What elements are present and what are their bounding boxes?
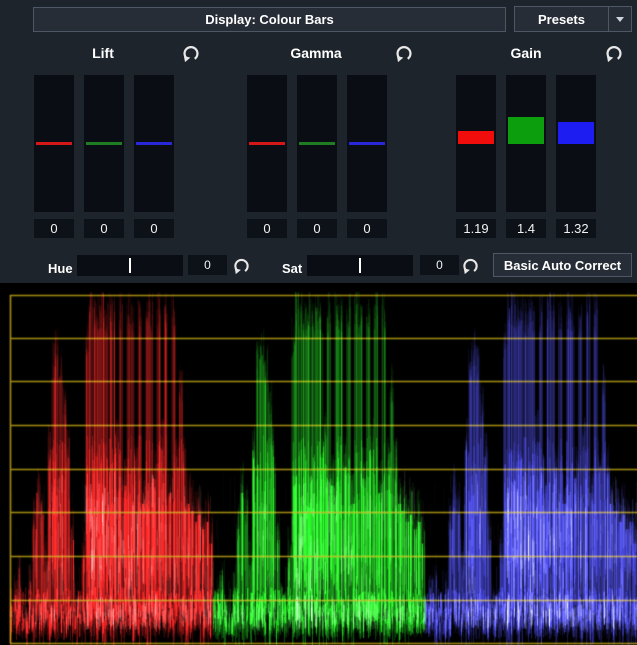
gain-title: Gain bbox=[510, 45, 541, 61]
sat-value: 0 bbox=[420, 255, 459, 275]
gain-green-slider[interactable] bbox=[506, 75, 546, 212]
caret-down-icon bbox=[616, 17, 624, 22]
slider-handle[interactable] bbox=[136, 142, 172, 145]
slider-handle[interactable] bbox=[458, 131, 494, 144]
lift-blue-slider[interactable] bbox=[134, 75, 174, 212]
gamma-green-value: 0 bbox=[297, 219, 337, 238]
reset-icon bbox=[394, 43, 414, 63]
slider-handle[interactable] bbox=[299, 142, 335, 145]
slider-handle[interactable] bbox=[129, 258, 131, 273]
gain-red-slider[interactable] bbox=[456, 75, 496, 212]
slider-handle[interactable] bbox=[86, 142, 122, 145]
hue-value: 0 bbox=[188, 255, 227, 275]
gamma-red-value: 0 bbox=[247, 219, 287, 238]
colour-correction-window: Display: Colour Bars Presets Lift Gamma … bbox=[0, 0, 637, 645]
reset-icon bbox=[232, 256, 251, 275]
lift-green-value: 0 bbox=[84, 219, 124, 238]
lift-green-slider[interactable] bbox=[84, 75, 124, 212]
slider-handle[interactable] bbox=[508, 117, 544, 144]
slider-handle[interactable] bbox=[359, 258, 361, 273]
slider-handle[interactable] bbox=[249, 142, 285, 145]
gamma-reset-button[interactable] bbox=[394, 43, 414, 63]
reset-icon bbox=[181, 43, 201, 63]
gamma-green-slider[interactable] bbox=[297, 75, 337, 212]
slider-handle[interactable] bbox=[558, 122, 594, 144]
lift-reset-button[interactable] bbox=[181, 43, 201, 63]
sat-label: Sat bbox=[282, 261, 302, 276]
gamma-title: Gamma bbox=[290, 45, 341, 61]
slider-handle[interactable] bbox=[36, 142, 72, 145]
basic-auto-correct-button[interactable]: Basic Auto Correct bbox=[493, 253, 632, 277]
waveform-canvas bbox=[0, 283, 637, 645]
presets-label: Presets bbox=[515, 12, 608, 27]
hue-label: Hue bbox=[48, 261, 73, 276]
gamma-red-slider[interactable] bbox=[247, 75, 287, 212]
hue-reset-button[interactable] bbox=[232, 255, 252, 275]
gamma-blue-value: 0 bbox=[347, 219, 387, 238]
gain-blue-slider[interactable] bbox=[556, 75, 596, 212]
presets-button[interactable]: Presets bbox=[514, 6, 632, 32]
gain-blue-value: 1.32 bbox=[556, 219, 596, 238]
display-mode-button[interactable]: Display: Colour Bars bbox=[33, 7, 506, 32]
display-mode-label: Display: Colour Bars bbox=[205, 12, 334, 27]
gain-green-value: 1.4 bbox=[506, 219, 546, 238]
waveform-scope bbox=[0, 283, 637, 645]
lift-red-slider[interactable] bbox=[34, 75, 74, 212]
lift-red-value: 0 bbox=[34, 219, 74, 238]
controls-panel: Display: Colour Bars Presets Lift Gamma … bbox=[0, 0, 637, 283]
hue-slider[interactable] bbox=[77, 255, 183, 276]
reset-icon bbox=[461, 256, 480, 275]
lift-title: Lift bbox=[92, 45, 114, 61]
slider-handle[interactable] bbox=[349, 142, 385, 145]
gamma-blue-slider[interactable] bbox=[347, 75, 387, 212]
reset-icon bbox=[604, 43, 624, 63]
gain-reset-button[interactable] bbox=[604, 43, 624, 63]
lift-blue-value: 0 bbox=[134, 219, 174, 238]
presets-dropdown-button[interactable] bbox=[608, 7, 631, 31]
sat-reset-button[interactable] bbox=[461, 255, 481, 275]
sat-slider[interactable] bbox=[307, 255, 413, 276]
basic-auto-correct-label: Basic Auto Correct bbox=[504, 258, 621, 273]
gain-red-value: 1.19 bbox=[456, 219, 496, 238]
